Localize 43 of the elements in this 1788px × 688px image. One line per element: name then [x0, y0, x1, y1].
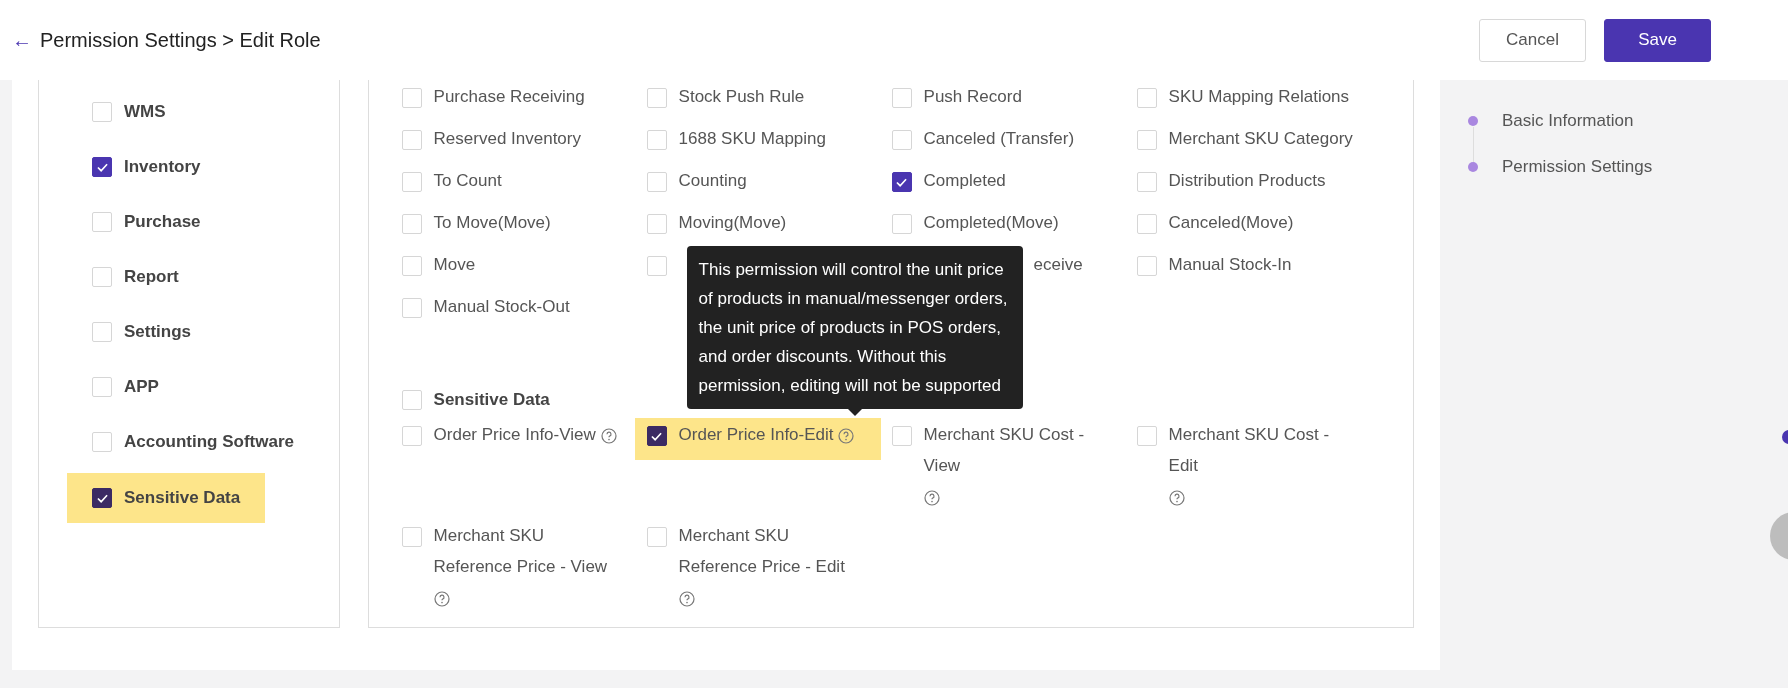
permission-label[interactable]: eceive: [1033, 255, 1083, 274]
permission-label[interactable]: Move: [433, 255, 476, 274]
step-link[interactable]: Permission Settings: [1502, 157, 1653, 177]
permission-label[interactable]: Completed: [923, 171, 1006, 190]
group-title[interactable]: Sensitive Data: [433, 390, 550, 410]
permission-label[interactable]: Reserved Inventory: [433, 129, 581, 148]
permission-label[interactable]: Canceled (Transfer): [923, 129, 1075, 148]
module-label[interactable]: Purchase: [124, 212, 201, 232]
permission-label[interactable]: Canceled(Move): [1168, 213, 1294, 232]
highlighted-module[interactable]: Sensitive Data: [67, 473, 265, 523]
permission-label[interactable]: Merchant SKU Cost - View: [923, 419, 1102, 481]
permission-label[interactable]: Purchase Receiving: [433, 87, 585, 106]
module-label[interactable]: Report: [124, 267, 179, 287]
tooltip: This permission will control the unit price of products in manual/messenger orders, the unit price of products in POS orders, and order discounts. Without this permission, editing will not be supported: [686, 246, 1023, 409]
permission-label[interactable]: 1688 SKU Mapping: [678, 129, 826, 148]
module-label[interactable]: Inventory: [124, 157, 201, 177]
permission-label[interactable]: Manual Stock-In: [1168, 255, 1292, 274]
back-arrow-icon[interactable]: ←: [12, 30, 32, 50]
permission-label[interactable]: To Move(Move): [433, 213, 551, 232]
permission-label[interactable]: Merchant SKU Reference Price - Edit: [678, 520, 857, 582]
module-label[interactable]: Sensitive Data: [124, 488, 241, 508]
permission-label[interactable]: Order Price Info-View: [433, 419, 596, 450]
module-label[interactable]: Accounting Software: [124, 432, 294, 452]
module-label[interactable]: APP: [124, 377, 159, 397]
permission-label[interactable]: To Count: [433, 171, 502, 190]
permission-label[interactable]: Counting: [678, 171, 747, 190]
permission-label[interactable]: Manual Stock-Out: [433, 297, 570, 316]
save-button[interactable]: Save: [1604, 18, 1711, 62]
module-label[interactable]: Settings: [124, 322, 192, 342]
module-label[interactable]: WMS: [124, 102, 166, 122]
permission-label[interactable]: Distribution Products: [1168, 171, 1326, 190]
permission-label[interactable]: Merchant SKU Category: [1168, 129, 1353, 148]
permission-label[interactable]: Merchant SKU Reference Price - View: [433, 520, 612, 582]
permission-label[interactable]: SKU Mapping Relations: [1168, 87, 1350, 106]
permission-label[interactable]: Merchant SKU Cost - Edit: [1168, 419, 1347, 481]
permission-label[interactable]: Order Price Info-Edit: [678, 419, 834, 450]
permission-label[interactable]: Moving(Move): [678, 213, 787, 232]
cancel-button[interactable]: Cancel: [1479, 18, 1586, 62]
page-title: Permission Settings > Edit Role: [40, 28, 321, 52]
step-link[interactable]: Basic Information: [1502, 111, 1634, 131]
permission-label[interactable]: Completed(Move): [923, 213, 1059, 232]
permission-label[interactable]: Push Record: [923, 87, 1022, 106]
permission-label[interactable]: Stock Push Rule: [678, 87, 805, 106]
